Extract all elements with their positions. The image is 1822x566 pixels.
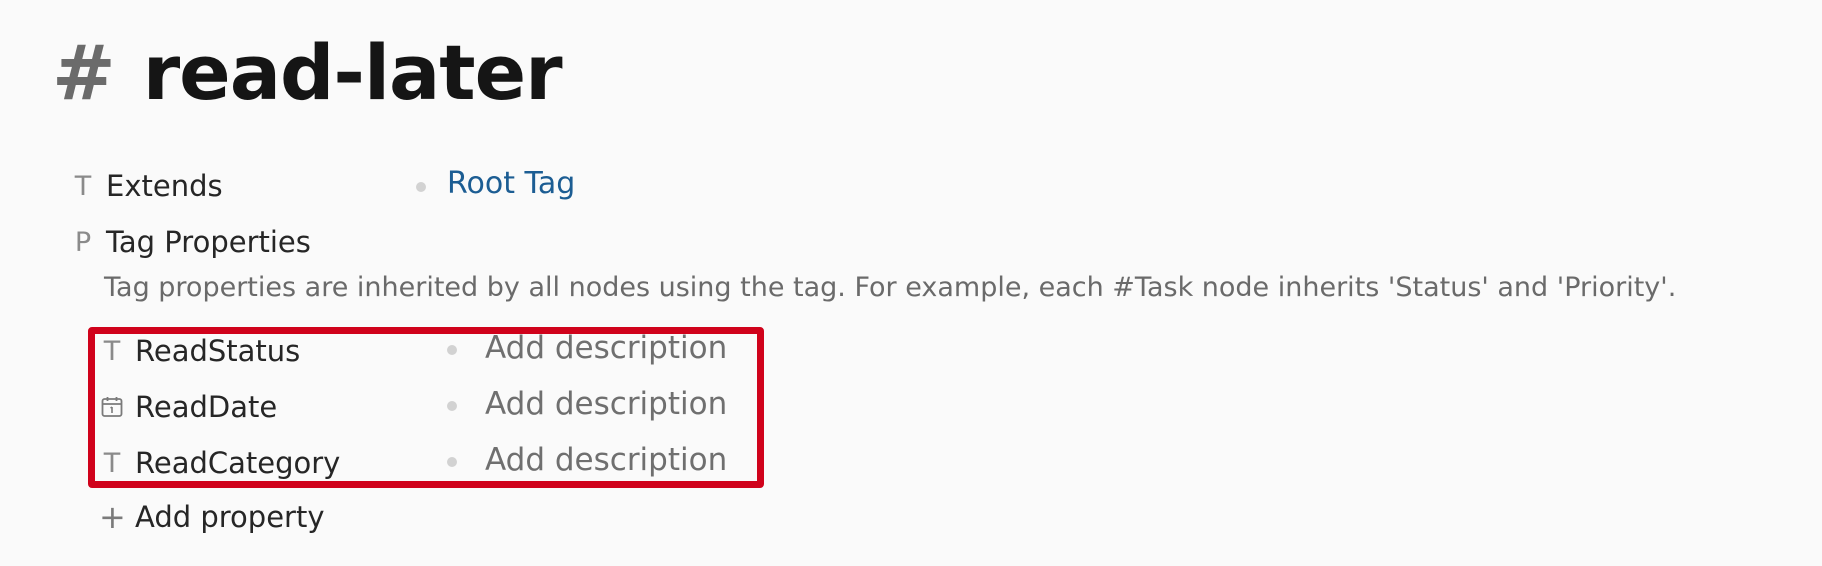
- add-property-button[interactable]: + Add property: [99, 497, 325, 537]
- tag-page: # read-later T Extends Root Tag P Tag Pr…: [0, 0, 1822, 566]
- tag-properties-field: P Tag Properties: [70, 222, 311, 262]
- extends-label[interactable]: Extends: [106, 169, 223, 203]
- page-title: # read-later: [52, 24, 563, 120]
- extends-field: T Extends: [70, 166, 223, 206]
- highlight-box: [88, 327, 764, 488]
- root-tag-link[interactable]: Root Tag: [447, 166, 575, 201]
- hash-icon: #: [52, 27, 116, 117]
- extends-bullet[interactable]: [416, 182, 426, 192]
- tag-properties-label[interactable]: Tag Properties: [106, 225, 311, 259]
- add-property-label: Add property: [135, 500, 325, 534]
- text-type-icon: T: [74, 170, 92, 202]
- tag-properties-description: Tag properties are inherited by all node…: [104, 272, 1677, 303]
- plus-icon: +: [99, 498, 126, 536]
- tag-name[interactable]: read-later: [143, 28, 563, 117]
- property-type-icon: P: [74, 226, 92, 258]
